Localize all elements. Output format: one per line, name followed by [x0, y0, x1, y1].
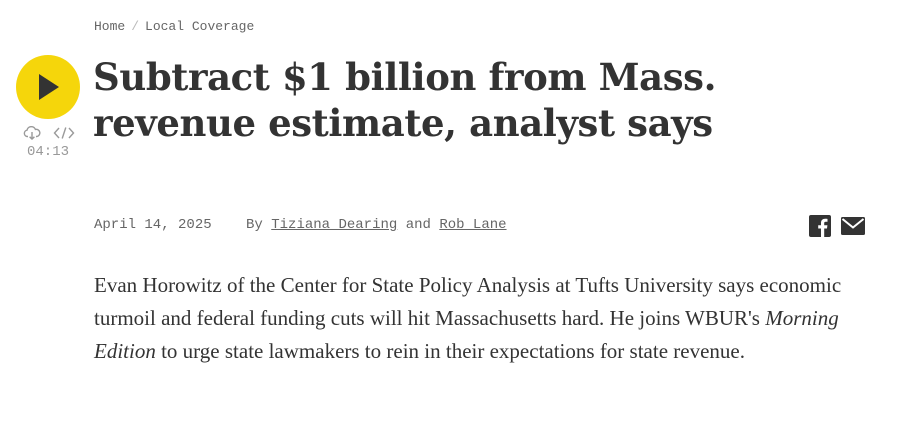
breadcrumb: Home / Local Coverage [94, 19, 254, 34]
author-joiner: and [405, 217, 431, 233]
player-tools [16, 125, 82, 141]
embed-code-icon[interactable] [53, 126, 75, 140]
breadcrumb-section-link[interactable]: Local Coverage [145, 19, 254, 34]
author-link-rob-lane[interactable]: Rob Lane [439, 217, 506, 233]
facebook-icon[interactable] [809, 215, 831, 237]
byline: April 14, 2025 By Tiziana Dearing and Ro… [94, 217, 507, 233]
article-title: Subtract $1 billion from Mass. revenue e… [93, 55, 717, 145]
summary-text-part2: to urge state lawmakers to rein in their… [155, 339, 745, 363]
breadcrumb-separator: / [131, 19, 140, 34]
article-summary: Evan Horowitz of the Center for State Po… [94, 269, 854, 368]
download-cloud-icon[interactable] [23, 126, 41, 140]
article-date: April 14, 2025 [94, 217, 212, 233]
summary-text-part1: Evan Horowitz of the Center for State Po… [94, 273, 842, 330]
audio-duration: 04:13 [26, 144, 69, 160]
play-button[interactable] [16, 55, 80, 119]
breadcrumb-home-link[interactable]: Home [94, 19, 125, 34]
audio-player: 04:13 [16, 55, 82, 160]
author-link-tiziana-dearing[interactable]: Tiziana Dearing [271, 217, 397, 233]
share-buttons [809, 215, 865, 237]
byline-by-label: By [246, 217, 263, 233]
play-icon [39, 74, 59, 100]
email-icon[interactable] [841, 217, 865, 235]
